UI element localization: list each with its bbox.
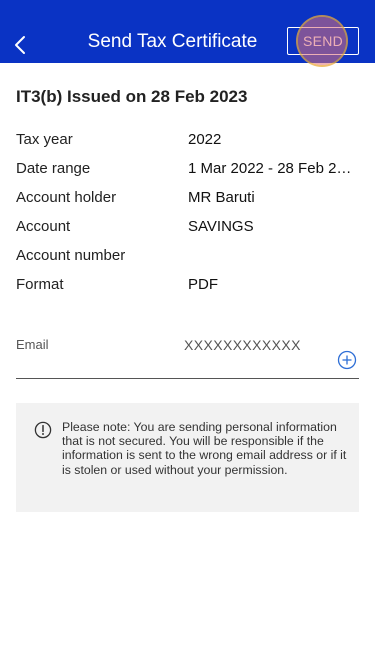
detail-value: PDF: [188, 276, 218, 293]
detail-row-format: Format PDF: [16, 275, 359, 304]
info-icon: [34, 421, 52, 439]
detail-row-account-number: Account number: [16, 246, 359, 275]
page-title-text: Send Tax Certificate: [87, 31, 258, 52]
email-field[interactable]: Email XXXXXXXXXXXX: [16, 335, 359, 379]
detail-label: Account holder: [16, 189, 117, 206]
certificate-heading: IT3(b) Issued on 28 Feb 2023: [16, 87, 248, 106]
detail-value: 1 Mar 2022 - 28 Feb 2023: [188, 160, 359, 177]
detail-label: Format: [16, 276, 64, 293]
email-label: Email: [16, 337, 49, 352]
detail-row-tax-year: Tax year 2022: [16, 130, 359, 159]
detail-value: 2022: [188, 131, 222, 148]
detail-value: MR Baruti: [188, 189, 255, 206]
email-value[interactable]: XXXXXXXXXXXX: [184, 337, 301, 353]
certificate-details: Tax year 2022 Date range 1 Mar 2022 - 28…: [16, 130, 359, 304]
plus-circle-icon: [337, 350, 357, 370]
detail-label: Account: [16, 218, 71, 235]
notice-text: Please note: You are sending personal in…: [62, 420, 347, 477]
detail-label: Account number: [16, 247, 126, 264]
detail-row-date-range: Date range 1 Mar 2022 - 28 Feb 2023: [16, 159, 359, 188]
add-email-button[interactable]: [337, 350, 357, 370]
app-header: Send Tax Certificate SEND: [0, 0, 375, 63]
detail-value: SAVINGS: [188, 218, 254, 235]
security-notice: Please note: You are sending personal in…: [16, 403, 359, 512]
detail-row-account-holder: Account holder MR Baruti: [16, 188, 359, 217]
send-button[interactable]: SEND: [287, 27, 359, 55]
detail-label: Tax year: [16, 131, 73, 148]
detail-row-account: Account SAVINGS: [16, 217, 359, 246]
detail-label: Date range: [16, 160, 91, 177]
